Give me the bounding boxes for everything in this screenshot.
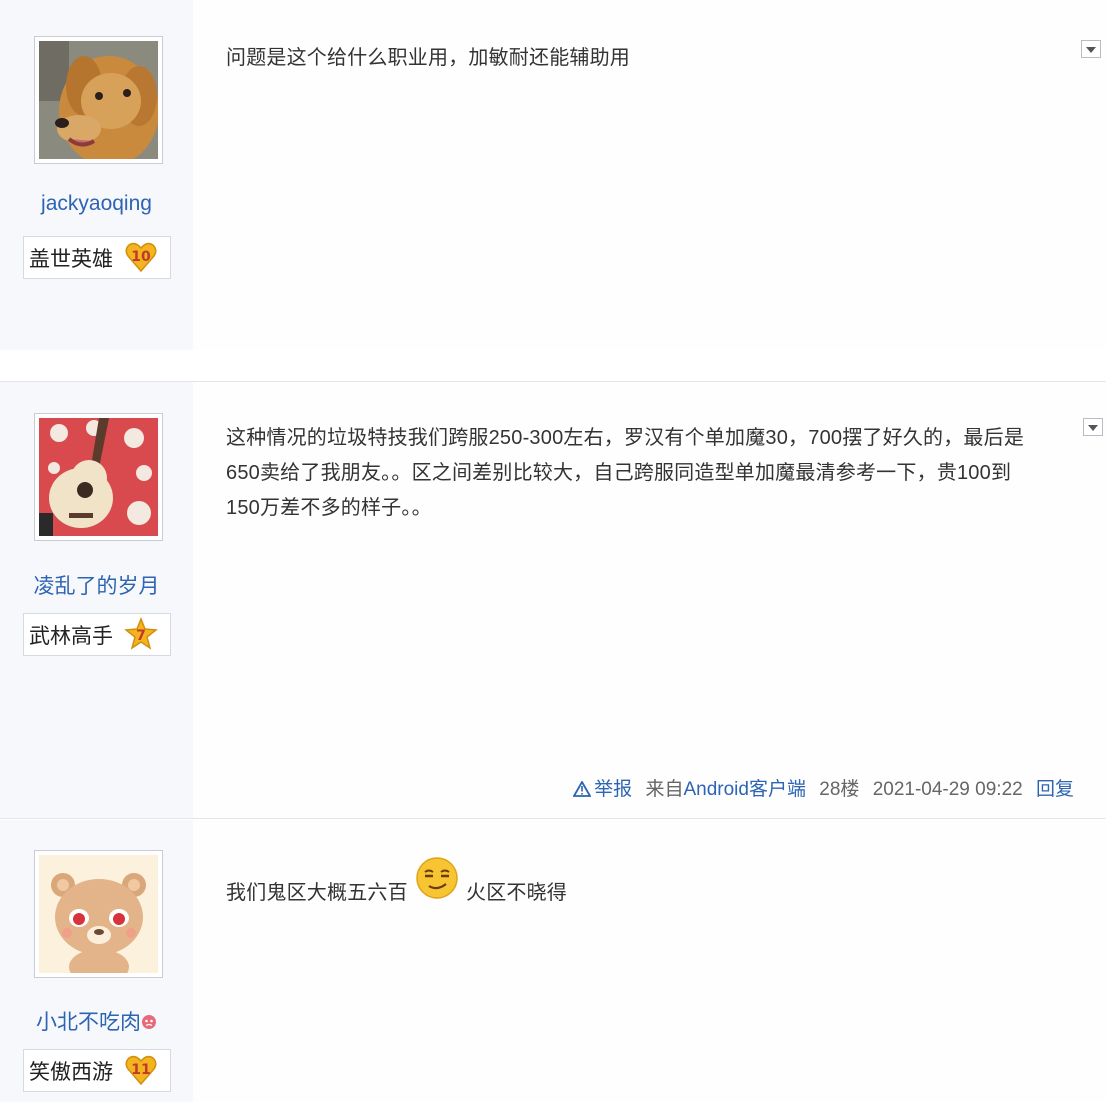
message-line: 这种情况的垃圾特技我们跨服250-300左右，罗汉有个单加魔30，700摆了好久… [226,427,1025,449]
level-badge: 笑傲西游 11 [23,1049,171,1092]
level-badge: 盖世英雄 10 [23,236,171,279]
avatar[interactable] [34,413,163,541]
level-title: 笑傲西游 [29,1061,113,1084]
post-content [193,820,1106,1102]
level-title: 盖世英雄 [29,248,113,271]
avatar[interactable] [34,850,163,978]
warning-triangle-icon [573,781,592,797]
message-line: 650卖给了我朋友。。区之间差别比较大，自己跨服同造型单加魔最清参考一下，贵10… [226,462,1012,484]
post-message: 问题是这个给什么职业用，加敏耐还能辅助用 [226,47,630,69]
post-3: 小北不吃肉 笑傲西游 11 我们鬼区大概五六百 火区不晓得 [0,820,1106,1102]
username-link[interactable]: jackyaoqing [0,192,193,216]
post-menu-dropdown[interactable] [1083,418,1103,436]
floor-number: 28楼 [819,779,860,800]
heart-badge-icon: 10 [125,242,157,273]
smirk-emoji-icon [416,857,458,899]
level-number: 10 [131,249,151,265]
angry-face-icon [142,1015,156,1029]
bear-avatar-image [39,855,158,973]
message-line: 150万差不多的样子。。 [226,497,432,519]
dog-avatar-image [39,41,158,159]
reply-link[interactable]: 回复 [1036,779,1074,800]
post-footer: 举报 来自Android客户端 28楼 2021-04-29 09:22 回复 [565,774,1074,801]
heart-badge-icon: 11 [125,1055,157,1086]
level-badge: 武林高手 7 [23,613,171,656]
post-message: 这种情况的垃圾特技我们跨服250-300左右，罗汉有个单加魔30，700摆了好久… [226,421,1024,526]
post-message-part1: 我们鬼区大概五六百 [226,882,408,904]
client-link[interactable]: Android客户端 [683,779,806,800]
post-2: 凌乱了的岁月 武林高手 7 这种情况的垃圾特技我们跨服250-300左右，罗汉有… [0,381,1106,819]
post-menu-dropdown[interactable] [1081,40,1101,58]
level-number: 7 [136,628,146,644]
level-number: 11 [131,1062,150,1078]
post-timestamp: 2021-04-29 09:22 [872,779,1023,800]
username-link[interactable]: 凌乱了的岁月 [0,570,193,600]
guitar-avatar-image [39,418,158,536]
report-label: 举报 [594,779,633,800]
post-message-part2: 火区不晓得 [466,882,567,904]
star-badge-icon: 7 [124,617,158,650]
level-title: 武林高手 [29,625,113,648]
from-label: 来自Android客户端 [645,779,806,800]
avatar[interactable] [34,36,163,164]
username-link[interactable]: 小北不吃肉 [0,1006,193,1036]
report-link[interactable]: 举报 [573,779,637,800]
post-1: jackyaoqing 盖世英雄 10 问题是这个给什么职业用，加敏耐还能辅助用 [0,0,1106,350]
